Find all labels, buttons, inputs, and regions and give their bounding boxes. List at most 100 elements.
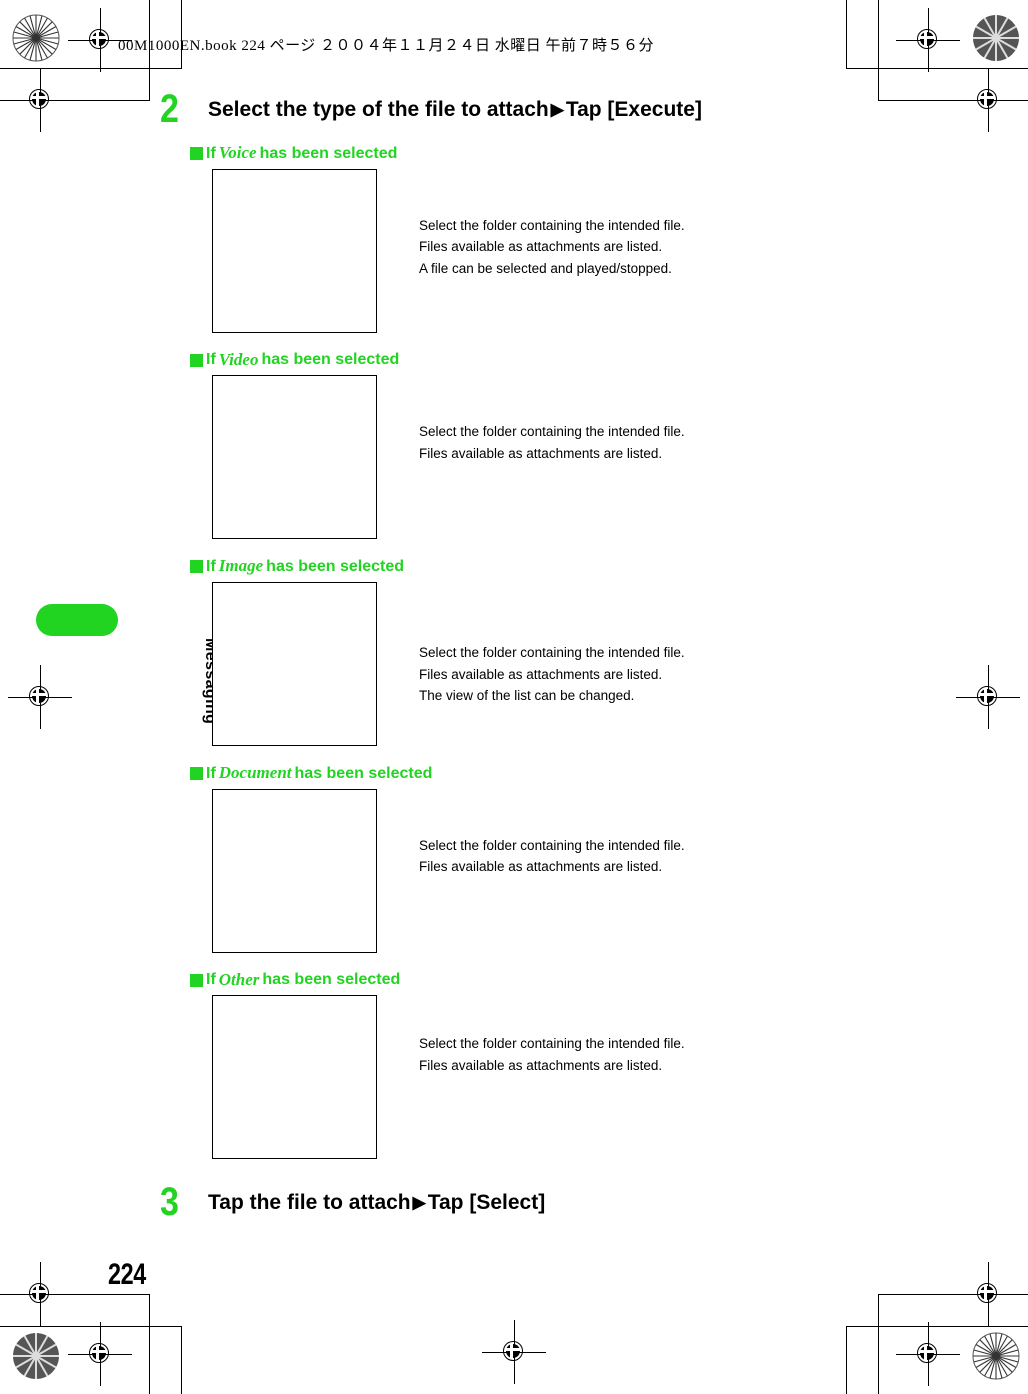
section-image: If Image has been selected Select the fo… bbox=[160, 556, 950, 747]
screenshot-block-other: Select the folder containing the intende… bbox=[212, 995, 950, 1160]
section-heading-video: If Video has been selected bbox=[190, 349, 950, 370]
trim-line-br-h2 bbox=[878, 1294, 1028, 1295]
square-bullet-icon bbox=[190, 146, 203, 160]
section-heading-suffix: has been selected bbox=[266, 557, 405, 575]
square-bullet-icon bbox=[190, 353, 203, 367]
trim-line-bl-h2 bbox=[0, 1294, 150, 1295]
caption-line: Files available as attachments are liste… bbox=[419, 1057, 663, 1073]
slug-line: 00M1000EN.book 224 ページ ２００４年１１月２４日 水曜日 午… bbox=[118, 38, 655, 54]
screenshot-block-image: Select the folder containing the intende… bbox=[212, 582, 950, 747]
trim-line-bl-v1 bbox=[181, 1326, 182, 1394]
square-bullet-icon bbox=[190, 766, 203, 780]
device-screenshot-video bbox=[212, 375, 377, 540]
section-heading-emphasis: Voice bbox=[218, 143, 257, 162]
trim-line-bl-v2 bbox=[149, 1294, 150, 1394]
section-heading-emphasis: Other bbox=[218, 969, 260, 989]
section-heading-emphasis: Video bbox=[218, 349, 259, 369]
step-title: Select the type of the file to attach ▶Ta… bbox=[208, 92, 702, 122]
device-screenshot-image bbox=[212, 582, 377, 747]
registration-target-top-left bbox=[68, 8, 132, 72]
step-title-before: Select the type of the file to attach bbox=[208, 98, 549, 121]
screenshot-block-voice: Select the folder containing the intende… bbox=[212, 168, 950, 333]
trim-line-tr-h1 bbox=[846, 68, 1028, 69]
density-starburst-bl bbox=[12, 1332, 60, 1380]
registration-target-right-upper bbox=[956, 68, 1020, 132]
caption-line: Select the folder containing the intende… bbox=[419, 424, 685, 440]
caption-line: Files available as attachments are liste… bbox=[419, 859, 663, 875]
registration-target-left-lower bbox=[8, 1262, 72, 1326]
step-title-before: Tap the file to attach bbox=[208, 1191, 411, 1215]
section-heading-voice: If Voice has been selected bbox=[190, 143, 950, 163]
section-heading-other: If Other has been selected bbox=[190, 969, 950, 990]
section-voice: If Voice has been selected Select the fo… bbox=[160, 143, 950, 333]
arrow-right-icon: ▶ bbox=[550, 100, 564, 119]
section-heading-suffix: has been selected bbox=[259, 144, 398, 162]
caption-line: Select the folder containing the intende… bbox=[419, 1036, 685, 1052]
caption-voice: Select the folder containing the intende… bbox=[419, 169, 685, 279]
section-heading-prefix: If bbox=[206, 764, 216, 782]
step-title-after: Tap [Execute] bbox=[565, 98, 702, 121]
screenshot-block-document: Select the folder containing the intende… bbox=[212, 788, 950, 953]
section-heading-prefix: If bbox=[206, 351, 216, 369]
section-heading-suffix: has been selected bbox=[261, 351, 400, 369]
device-screenshot-voice bbox=[212, 168, 377, 333]
caption-line: Select the folder containing the intende… bbox=[419, 837, 685, 853]
trim-line-bl-h1 bbox=[0, 1326, 182, 1327]
section-other: If Other has been selected Select the fo… bbox=[160, 969, 950, 1160]
density-starburst-tr bbox=[972, 14, 1020, 62]
arrow-right-icon: ▶ bbox=[412, 1193, 426, 1213]
section-video: If Video has been selected Select the fo… bbox=[160, 349, 950, 540]
caption-image: Select the folder containing the intende… bbox=[419, 582, 685, 706]
square-bullet-icon bbox=[190, 973, 203, 987]
registration-target-left-middle bbox=[8, 665, 72, 729]
section-heading-emphasis: Image bbox=[218, 556, 264, 576]
registration-target-left-upper bbox=[8, 68, 72, 132]
trim-line-tl-h2 bbox=[0, 100, 150, 101]
step-title-after: Tap [Select] bbox=[427, 1191, 546, 1215]
step-number: 3 bbox=[160, 1180, 179, 1225]
registration-target-right-lower bbox=[956, 1262, 1020, 1326]
section-heading-prefix: If bbox=[206, 144, 216, 162]
caption-line: Select the folder containing the intende… bbox=[419, 645, 685, 661]
trim-line-tl-h1 bbox=[0, 68, 182, 69]
caption-line: Select the folder containing the intende… bbox=[419, 217, 685, 233]
trim-line-br-v1 bbox=[846, 1326, 847, 1394]
caption-line: Files available as attachments are liste… bbox=[419, 445, 663, 461]
trim-line-br-v2 bbox=[878, 1294, 879, 1394]
device-screenshot-other bbox=[212, 995, 377, 1160]
caption-video: Select the folder containing the intende… bbox=[419, 375, 685, 464]
registration-target-top-right bbox=[896, 8, 960, 72]
caption-line: Files available as attachments are liste… bbox=[419, 239, 663, 255]
section-heading-document: If Document has been selected bbox=[190, 763, 950, 783]
section-heading-emphasis: Document bbox=[218, 763, 292, 783]
trim-line-br-h1 bbox=[846, 1326, 1028, 1327]
caption-line: Files available as attachments are liste… bbox=[419, 666, 663, 682]
page-content: 2 Select the type of the file to attach ▶… bbox=[160, 87, 950, 1225]
section-heading-suffix: has been selected bbox=[262, 971, 401, 989]
trim-line-tr-v1 bbox=[846, 0, 847, 68]
density-starburst-br bbox=[972, 1332, 1020, 1380]
registration-target-bottom-center bbox=[482, 1320, 546, 1384]
section-heading-suffix: has been selected bbox=[294, 764, 433, 782]
trim-line-tr-v2 bbox=[878, 0, 879, 100]
caption-line: A file can be selected and played/stoppe… bbox=[419, 260, 672, 276]
section-heading-prefix: If bbox=[206, 557, 216, 575]
registration-target-right-middle bbox=[956, 665, 1020, 729]
step-heading-2: 2 Select the type of the file to attach ▶… bbox=[160, 87, 950, 131]
caption-line: The view of the list can be changed. bbox=[419, 687, 635, 703]
step-title: Tap the file to attach ▶Tap [Select] bbox=[208, 1185, 545, 1215]
section-heading-prefix: If bbox=[206, 971, 216, 989]
registration-target-bottom-left bbox=[68, 1322, 132, 1386]
caption-other: Select the folder containing the intende… bbox=[419, 995, 685, 1076]
page-number: 224 bbox=[108, 1258, 146, 1291]
section-document: If Document has been selected Select the… bbox=[160, 763, 950, 953]
registration-target-bottom-right bbox=[896, 1322, 960, 1386]
chapter-tab-marker bbox=[36, 604, 118, 636]
caption-document: Select the folder containing the intende… bbox=[419, 789, 685, 878]
density-starburst-tl bbox=[12, 14, 60, 62]
step-heading-3: 3 Tap the file to attach ▶Tap [Select] bbox=[160, 1180, 950, 1225]
square-bullet-icon bbox=[190, 560, 203, 574]
device-screenshot-document bbox=[212, 788, 377, 953]
screenshot-block-video: Select the folder containing the intende… bbox=[212, 375, 950, 540]
step-number: 2 bbox=[160, 87, 179, 131]
